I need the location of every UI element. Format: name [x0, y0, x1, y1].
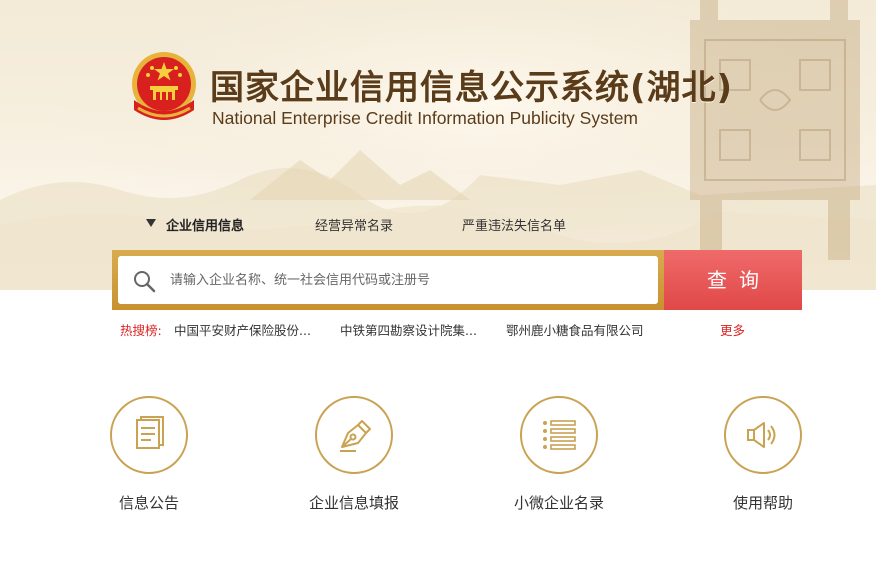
document-icon: [136, 416, 164, 449]
speaker-icon: [747, 422, 776, 448]
list-icon: [543, 420, 576, 450]
tab-abnormal-operation-list[interactable]: 经营异常名录: [315, 215, 393, 234]
hot-search-label: 热搜榜:: [120, 323, 162, 338]
feature-icon-circle: [110, 396, 188, 474]
hot-search-list: 热搜榜: 中国平安财产保险股份... 中铁第四勘察设计院集... 鄂州鹿小糖食品…: [120, 320, 760, 338]
search-input[interactable]: [170, 268, 640, 292]
feature-usage-help[interactable]: 使用帮助: [693, 396, 833, 513]
feature-icon-circle: [315, 396, 393, 474]
hot-search-more-link[interactable]: 更多: [720, 320, 745, 339]
search-icon: [134, 271, 156, 293]
site-subtitle-english: National Enterprise Credit Information P…: [212, 108, 639, 128]
search-button[interactable]: 查询: [664, 250, 802, 310]
feature-info-announcement[interactable]: 信息公告: [79, 396, 219, 513]
tab-enterprise-credit-info[interactable]: 企业信用信息: [166, 215, 244, 234]
feature-label: 信息公告: [118, 494, 179, 512]
active-tab-arrow-icon: [146, 219, 156, 227]
search-box: [118, 256, 658, 304]
site-title: 国家企业信用信息公示系统(湖北): [210, 68, 734, 108]
pen-nib-icon: [340, 420, 371, 452]
feature-label: 使用帮助: [732, 494, 793, 512]
feature-enterprise-info-filing[interactable]: 企业信息填报: [284, 396, 424, 513]
search-bar: [112, 250, 664, 310]
hot-search-item[interactable]: 中铁第四勘察设计院集...: [340, 320, 477, 339]
tab-serious-violation-list[interactable]: 严重违法失信名单: [462, 215, 566, 234]
hot-search-item[interactable]: 鄂州鹿小糖食品有限公司: [506, 320, 644, 339]
feature-label: 企业信息填报: [308, 494, 399, 512]
hot-search-item[interactable]: 中国平安财产保险股份...: [174, 320, 311, 339]
header-banner: [0, 0, 876, 290]
feature-label: 小微企业名录: [513, 494, 604, 512]
national-emblem-icon: [132, 52, 196, 120]
feature-icon-circle: [520, 396, 598, 474]
feature-icon-circle: [724, 396, 802, 474]
banner-background-art: [0, 0, 876, 290]
feature-small-micro-enterprise-list[interactable]: 小微企业名录: [489, 396, 629, 513]
